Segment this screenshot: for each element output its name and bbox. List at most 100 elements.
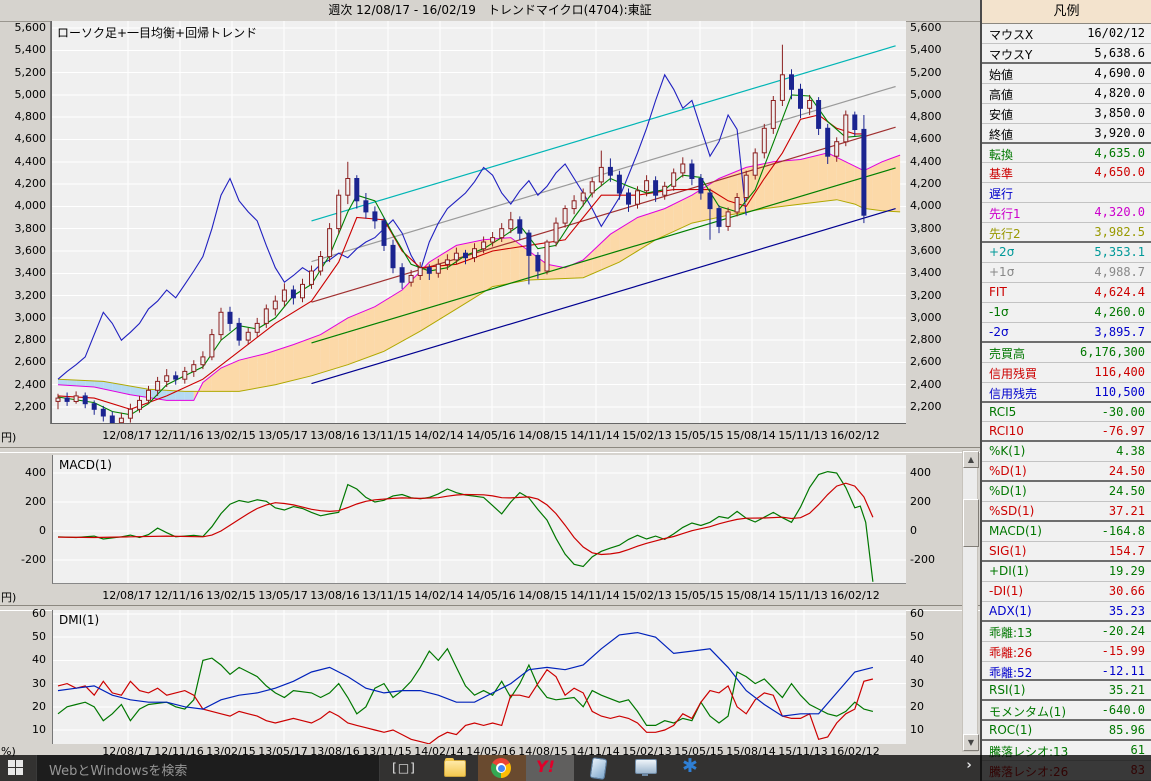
main-chart-svg xyxy=(51,21,906,424)
price-tick-right: 5,400 xyxy=(910,43,958,57)
chrome-button[interactable] xyxy=(478,755,526,781)
date-tick-macd: 13/05/17 xyxy=(253,589,313,602)
candle xyxy=(708,193,712,209)
legend-row: 売買高 6,176,300 xyxy=(982,343,1151,363)
legend-row-label: %D(1) xyxy=(989,484,1027,498)
candle xyxy=(382,221,386,246)
legend-row-label: 終値 xyxy=(989,126,1013,143)
legend-row-value: 4,260.0 xyxy=(1094,305,1145,319)
scroll-down-button[interactable]: ▼ xyxy=(963,734,979,751)
legend-row: マウスY 5,638.6 xyxy=(982,44,1151,64)
legend-row: 乖離:26 -15.99 xyxy=(982,642,1151,662)
macd-svg xyxy=(53,455,906,583)
candle xyxy=(183,371,187,379)
legend-row: RCI10 -76.97 xyxy=(982,422,1151,442)
candle xyxy=(165,376,169,382)
candle xyxy=(273,301,277,309)
candle xyxy=(264,309,268,324)
legend-row-value: 37.21 xyxy=(1109,504,1145,518)
remote-app-button[interactable]: ✱ xyxy=(670,755,718,781)
phone-app-button[interactable] xyxy=(574,755,622,781)
date-tick-macd: 12/08/17 xyxy=(97,589,157,602)
legend-row-label: ADX(1) xyxy=(989,604,1032,618)
legend-row-value: 4,690.0 xyxy=(1094,66,1145,80)
legend-row: 転換 4,635.0 xyxy=(982,144,1151,164)
price-tick-right: 5,200 xyxy=(910,66,958,80)
legend-row: RSI(1) 35.21 xyxy=(982,681,1151,701)
file-explorer-button[interactable] xyxy=(430,755,478,781)
candle xyxy=(210,335,214,357)
legend-row: %D(1) 24.50 xyxy=(982,482,1151,502)
candle xyxy=(454,253,458,260)
candle xyxy=(599,167,603,182)
legend-row: FIT 4,624.4 xyxy=(982,283,1151,303)
price-tick-left: 4,800 xyxy=(2,110,46,124)
legend-row: 始値 4,690.0 xyxy=(982,64,1151,84)
task-view-button[interactable]: [□] xyxy=(390,759,418,777)
computer-app-button[interactable] xyxy=(622,755,670,781)
candle xyxy=(156,381,160,390)
date-tick: 14/02/14 xyxy=(409,429,469,442)
date-tick: 14/05/16 xyxy=(461,429,521,442)
candle xyxy=(762,128,766,153)
date-tick-macd: 15/05/15 xyxy=(669,589,729,602)
candle xyxy=(790,75,794,90)
kijun-line xyxy=(58,115,864,409)
legend-row-value: 35.21 xyxy=(1109,683,1145,697)
yahoo-button[interactable]: Y! xyxy=(526,755,574,781)
legend-row-label: SIG(1) xyxy=(989,544,1026,558)
legend-row: 信用残買 116,400 xyxy=(982,363,1151,383)
legend-row: RCI5 -30.00 xyxy=(982,403,1151,423)
candle xyxy=(771,101,775,129)
legend-row: ROC(1) 85.96 xyxy=(982,721,1151,741)
legend-row-label: 先行2 xyxy=(989,225,1021,242)
candle xyxy=(735,198,739,213)
scroll-up-button[interactable]: ▲ xyxy=(963,451,979,468)
candle xyxy=(536,255,540,271)
candle xyxy=(418,268,422,276)
date-tick: 16/02/12 xyxy=(825,429,885,442)
legend-row-label: 信用残売 xyxy=(989,385,1037,402)
legend-row-label: FIT xyxy=(989,285,1007,299)
indicator-scrollbar[interactable]: ▲ ▼ xyxy=(962,450,978,752)
legend-row-label: 信用残買 xyxy=(989,365,1037,382)
candle xyxy=(518,220,522,233)
dmi-tick-right: 30 xyxy=(910,677,950,691)
legend-row: ADX(1) 35.23 xyxy=(982,602,1151,622)
macd-plot[interactable]: MACD(1) xyxy=(52,455,906,584)
price-tick-right: 5,000 xyxy=(910,88,958,102)
candle xyxy=(654,181,658,196)
panel-splitter[interactable] xyxy=(0,447,980,453)
candle xyxy=(319,257,323,272)
legend-row: マウスX 16/02/12 xyxy=(982,24,1151,44)
candle xyxy=(119,418,123,423)
legend-row-label: 転換 xyxy=(989,146,1013,163)
price-tick-left: 2,200 xyxy=(2,400,46,414)
macd-xaxis: 円) 12/08/1712/11/1613/02/1513/05/1713/08… xyxy=(0,586,962,605)
windows-logo-icon xyxy=(8,768,15,775)
price-tick-right: 4,200 xyxy=(910,177,958,191)
legend-row: %D(1) 24.50 xyxy=(982,462,1151,482)
macd-label: MACD(1) xyxy=(59,458,112,472)
scroll-right-chevron[interactable]: › xyxy=(961,758,977,774)
legend-row-value: 24.50 xyxy=(1109,464,1145,478)
candle xyxy=(201,357,205,365)
legend-row-value: -76.97 xyxy=(1102,424,1145,438)
price-tick-left: 4,400 xyxy=(2,155,46,169)
legend-row-label: マウスY xyxy=(989,46,1032,63)
legend-row-value: 4.38 xyxy=(1116,444,1145,458)
candle xyxy=(436,264,440,273)
candle xyxy=(364,201,368,212)
dmi-tick-right: 40 xyxy=(910,653,950,667)
start-button[interactable] xyxy=(8,760,30,776)
scrollbar-thumb[interactable] xyxy=(963,499,979,547)
main-chart-plot[interactable]: ローソク足+一目均衡+回帰トレンド xyxy=(50,21,906,424)
legend-row: -2σ 3,895.7 xyxy=(982,323,1151,343)
date-tick: 13/02/15 xyxy=(201,429,261,442)
price-tick-left: 2,400 xyxy=(2,378,46,392)
price-tick-right: 3,400 xyxy=(910,266,958,280)
legend-row: %SD(1) 37.21 xyxy=(982,502,1151,522)
dmi-plot[interactable]: DMI(1) xyxy=(52,610,906,755)
taskbar-search-input[interactable]: WebとWindowsを検索 xyxy=(36,755,380,781)
candle xyxy=(237,323,241,340)
